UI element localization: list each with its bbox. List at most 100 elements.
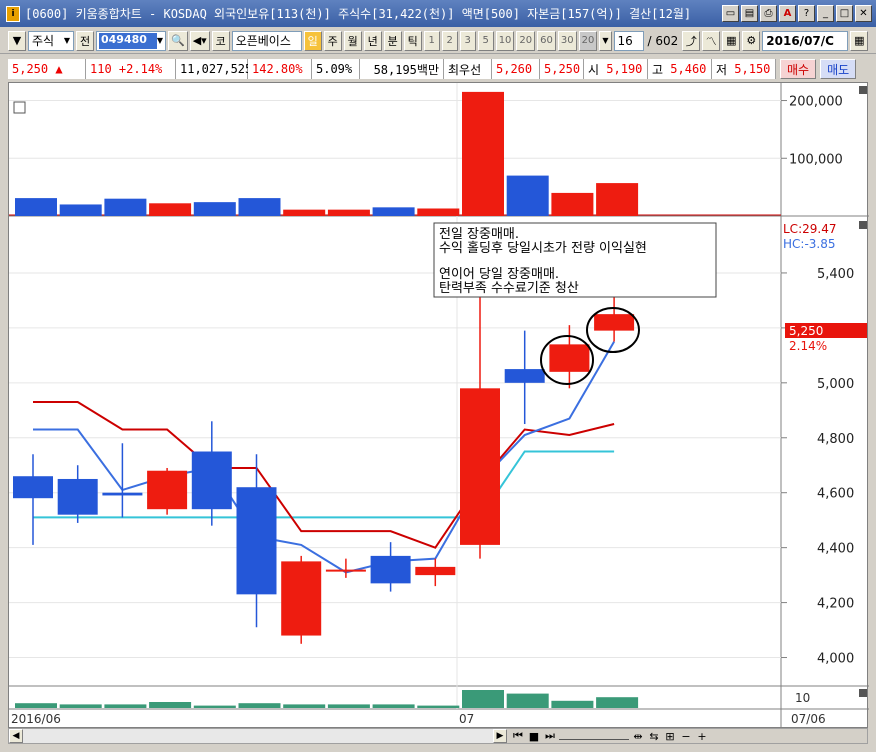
panel-close-icon[interactable] — [859, 86, 867, 94]
price-tick-label: 4,400 — [817, 542, 854, 557]
volume-ratio: 142.80% — [248, 59, 312, 79]
chart-tool-icon[interactable]: ⤴ — [682, 30, 701, 51]
price-tick-label: 4,200 — [817, 597, 854, 612]
panel-close-icon[interactable] — [859, 221, 867, 229]
annotation-line-4: 탄력부족 수수료기준 청산 — [439, 281, 579, 296]
candle-body — [370, 555, 411, 584]
stock-name-field[interactable]: 오픈베이스 — [231, 30, 302, 51]
maximize-icon[interactable]: □ — [836, 5, 853, 22]
scroll-left-icon[interactable]: ◀ — [9, 729, 23, 743]
close-icon[interactable]: ✕ — [855, 5, 872, 22]
interval-5[interactable]: 5 — [477, 30, 494, 51]
buy-button[interactable]: 매수 — [780, 59, 817, 79]
candle-body — [281, 561, 322, 636]
period-week[interactable]: 주 — [323, 30, 342, 51]
stock-code-field[interactable]: 049480 ▼ — [96, 30, 166, 51]
indicator-bar — [327, 704, 370, 708]
price-tick-label: 4,600 — [817, 487, 854, 502]
crosshair-icon[interactable]: ⇹ — [631, 730, 645, 743]
help-icon[interactable]: ? — [798, 5, 815, 22]
hc-label: HC:-3.85 — [783, 237, 836, 251]
candle-body — [13, 476, 53, 499]
interval-custom[interactable]: 20 — [578, 30, 598, 51]
forward-icon[interactable]: ⏭ — [543, 729, 557, 743]
period-year[interactable]: 년 — [363, 30, 382, 51]
up-arrow-icon: ▲ — [55, 62, 63, 76]
indicator-bar — [551, 700, 594, 708]
indicator-bar — [506, 693, 549, 708]
candle-body — [504, 369, 545, 383]
indicator-bar — [596, 697, 639, 708]
interval-3[interactable]: 3 — [459, 30, 476, 51]
speaker-icon[interactable]: ◀▾ — [189, 30, 210, 51]
interval-1[interactable]: 1 — [423, 30, 440, 51]
zoom-in-icon[interactable]: + — [695, 730, 709, 743]
period-tick[interactable]: 틱 — [403, 30, 422, 51]
x-label-start: 2016/06 — [11, 712, 61, 726]
high-label: 고 — [652, 62, 664, 77]
chart-style-icon[interactable]: ⇆ — [647, 730, 661, 743]
ko-button[interactable]: 코 — [211, 30, 230, 51]
panel-close-icon[interactable] — [859, 689, 867, 697]
chart-area[interactable]: 4,0004,2004,4004,6004,8005,0005,2005,400… — [8, 82, 869, 729]
indicator-bar — [193, 705, 236, 708]
data-window-icon[interactable]: ⊞ — [663, 730, 677, 743]
zoom-out-icon[interactable]: − — [679, 730, 693, 743]
chart-scrollbar[interactable]: ◀ ▶ ⏮ ■ ⏭ ⇹ ⇆ ⊞ − + — [8, 728, 868, 744]
chart-toolbar: ▼ 주식 ▼ 전 049480 ▼ 🔍 ◀▾ 코 오픈베이스 일 주 월 년 분… — [0, 28, 876, 54]
volume-bar — [596, 183, 639, 216]
period-month[interactable]: 월 — [343, 30, 362, 51]
interval-30[interactable]: 30 — [557, 30, 577, 51]
period-day[interactable]: 일 — [303, 30, 322, 51]
volume-panel — [9, 83, 781, 216]
open-label: 시 — [588, 62, 600, 77]
candle-body — [191, 451, 232, 510]
volume-bar — [104, 198, 147, 216]
settings-icon[interactable]: ▼ — [8, 30, 26, 51]
volume-bar — [327, 209, 370, 216]
price-value: 5,250 — [12, 62, 49, 76]
change-value: 110 — [90, 62, 112, 76]
price-tag-value: 5,250 — [789, 324, 823, 338]
gear-icon[interactable]: ⚙ — [742, 30, 761, 51]
interval-2[interactable]: 2 — [441, 30, 458, 51]
interval-20[interactable]: 20 — [516, 30, 536, 51]
date-field[interactable]: 2016/07/C — [762, 30, 849, 51]
print-icon[interactable]: ⎙ — [760, 5, 777, 22]
minimize-icon[interactable]: _ — [817, 5, 834, 22]
count-input[interactable]: 16 — [613, 30, 644, 51]
sell-button[interactable]: 매도 — [820, 59, 857, 79]
tile-icon[interactable]: ▤ — [741, 5, 758, 22]
scroll-track[interactable] — [23, 729, 493, 743]
indicator-icon[interactable]: 〽 — [702, 30, 721, 51]
search-icon[interactable]: 🔍 — [168, 30, 188, 51]
rewind-icon[interactable]: ⏮ — [511, 729, 525, 743]
count-total: / 602 — [647, 33, 679, 48]
calendar-icon[interactable]: ▦ — [850, 30, 869, 51]
zoom-slider[interactable] — [559, 732, 629, 740]
best-bid-label: 최우선 — [444, 59, 492, 79]
quote-bar: 5,250 ▲ 110 +2.14% 11,027,525 142.80% 5.… — [0, 57, 876, 81]
panel-menu-icon[interactable] — [13, 101, 26, 114]
scroll-right-icon[interactable]: ▶ — [493, 729, 507, 743]
chart-svg[interactable]: 4,0004,2004,4004,6004,8005,0005,2005,400… — [9, 83, 869, 729]
layout-icon[interactable]: ▭ — [722, 5, 739, 22]
interval-10[interactable]: 10 — [495, 30, 515, 51]
layout-icon[interactable]: ▦ — [722, 30, 741, 51]
low-cell: 저 5,150 — [712, 59, 776, 79]
alert-icon[interactable]: A — [779, 5, 796, 22]
indicator-bar — [283, 704, 326, 708]
interval-60[interactable]: 60 — [537, 30, 556, 51]
chevron-down-icon[interactable]: ▼ — [599, 30, 612, 51]
period-minute[interactable]: 분 — [383, 30, 402, 51]
market-type-select[interactable]: 주식 ▼ — [28, 30, 74, 51]
candle-body — [325, 569, 366, 572]
title-bar: i [0600] 키움종합차트 - KOSDAQ 외국인보유[113(천)] 주… — [0, 0, 876, 27]
volume-bar — [417, 208, 460, 216]
indicator-bar — [149, 702, 192, 708]
lc-label: LC:29.47 — [783, 222, 836, 236]
jeon-button[interactable]: 전 — [76, 30, 94, 51]
stop-icon[interactable]: ■ — [527, 730, 541, 743]
low-label: 저 — [716, 62, 728, 77]
low-value: 5,150 — [734, 62, 771, 76]
